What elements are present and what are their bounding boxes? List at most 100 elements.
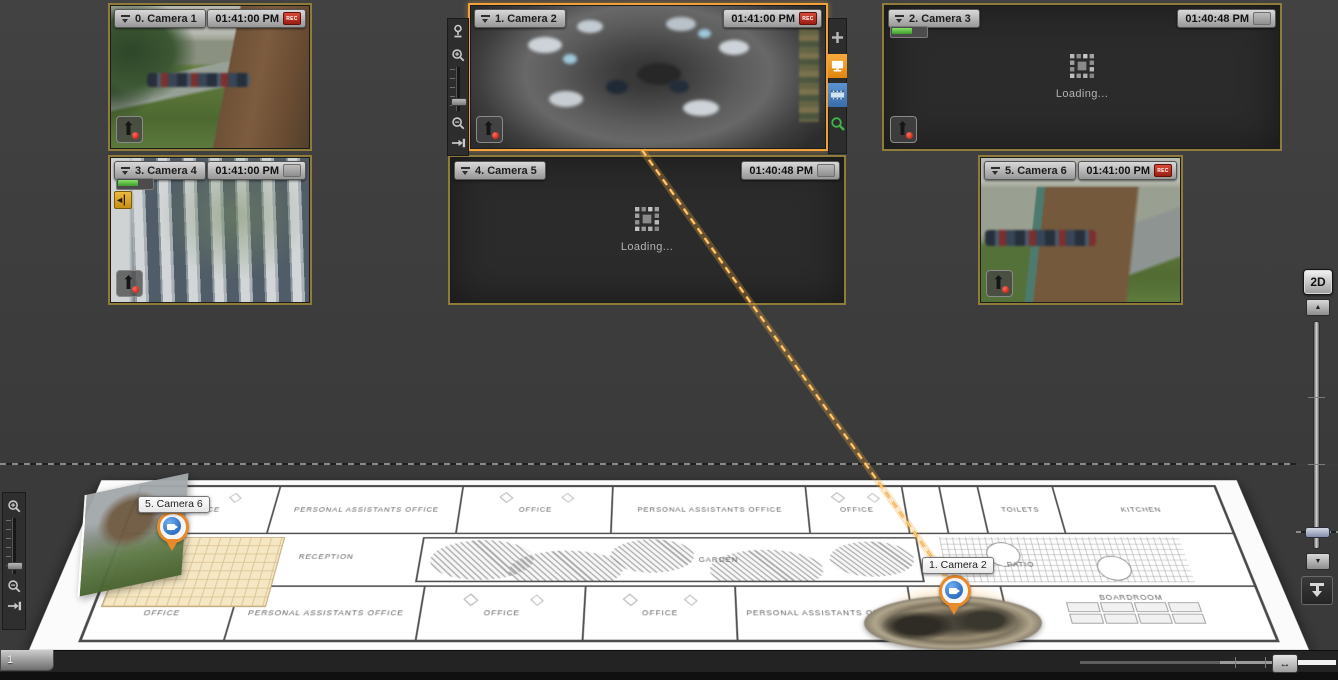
- zoom-in-icon[interactable]: [5, 497, 23, 515]
- room-label: OFFICE: [479, 609, 524, 617]
- timestamp-pill: 01:41:00 PM REC: [723, 9, 822, 28]
- h-zoom-tick: [1265, 657, 1266, 668]
- room-label: PERSONAL ASSISTANTS OFFICE: [290, 506, 444, 513]
- timestamp: 01:40:48 PM: [1185, 13, 1249, 25]
- add-view-icon[interactable]: [828, 25, 847, 49]
- room-label: RECEPTION: [294, 553, 358, 561]
- map-zoom-slider[interactable]: [12, 518, 16, 574]
- camera-tile-5[interactable]: Loading... 4. Camera 5 01:40:48 PM: [448, 155, 846, 305]
- zoom-reset-icon[interactable]: [5, 597, 23, 615]
- camera-title: 0. Camera 1: [135, 13, 197, 25]
- loading-text: Loading...: [621, 241, 673, 253]
- room-label: GARDEN: [695, 556, 743, 564]
- room-label: OFFICE: [638, 609, 682, 617]
- rec-badge: [817, 164, 835, 177]
- map-zoom-toolbar: [2, 492, 26, 630]
- caret-down-icon: [991, 166, 1000, 175]
- view-divider-dashed[interactable]: [0, 463, 1296, 465]
- floor-plan: OFFICE PERSONAL ASSISTANTS OFFICE OFFICE…: [78, 485, 1280, 642]
- loading-grid-icon: [1070, 54, 1094, 78]
- smart-search-icon[interactable]: [828, 112, 847, 136]
- caret-down-icon: [121, 14, 130, 23]
- rec-badge: REC: [283, 12, 301, 25]
- caret-down-icon: [461, 166, 470, 175]
- zoom-slider-handle[interactable]: [451, 98, 467, 106]
- camera-title-pill[interactable]: 5. Camera 6: [984, 161, 1076, 180]
- tilt-up-button[interactable]: ▲: [1306, 299, 1330, 316]
- camera-marker-pin[interactable]: [156, 511, 186, 551]
- room-label: OFFICE: [515, 506, 557, 513]
- rec-badge: [283, 164, 301, 177]
- recording-indicator-icon: [986, 270, 1013, 297]
- caret-down-icon: [121, 166, 130, 175]
- floor-plan-3d[interactable]: OFFICE PERSONAL ASSISTANTS OFFICE OFFICE…: [29, 480, 1309, 650]
- camera-tile-2[interactable]: 1. Camera 2 01:41:00 PM REC: [468, 3, 828, 151]
- zoom-out-icon[interactable]: [449, 114, 467, 132]
- tilt-slider-handle[interactable]: [1305, 527, 1330, 538]
- camera-tile-1[interactable]: 0. Camera 1 01:41:00 PM REC: [108, 3, 312, 151]
- room-label: PATIO: [1002, 560, 1039, 568]
- smart-client-window: 0. Camera 1 01:41:00 PM REC: [0, 0, 1338, 680]
- tilt-slider[interactable]: [1314, 322, 1319, 548]
- camera-title: 1. Camera 2: [495, 13, 557, 25]
- h-zoom-handle[interactable]: ↔: [1272, 654, 1298, 673]
- camera-title: 4. Camera 5: [475, 165, 537, 177]
- room-label: PERSONAL ASSISTANTS OFFICE: [634, 506, 786, 513]
- loading-grid-icon: [635, 207, 659, 231]
- camera-title: 3. Camera 4: [135, 165, 197, 177]
- zoom-reset-icon[interactable]: [449, 134, 467, 152]
- camera-tile-6[interactable]: 5. Camera 6 01:41:00 PM REC: [978, 155, 1183, 305]
- rec-badge: REC: [1154, 164, 1172, 177]
- recording-indicator-icon: [116, 270, 143, 297]
- room-label: KITCHEN: [1116, 506, 1166, 513]
- buffer-progress-bar: [890, 26, 928, 38]
- map-page-tab[interactable]: 1: [0, 650, 54, 671]
- room-label: TOILETS: [997, 506, 1044, 513]
- loading-text: Loading...: [1056, 88, 1108, 100]
- camera-marker-pin[interactable]: [938, 575, 968, 615]
- playback-icon[interactable]: [828, 83, 847, 107]
- timestamp-pill: 01:41:00 PM REC: [207, 9, 306, 28]
- boardroom-table: [1066, 603, 1207, 624]
- audio-event-icon[interactable]: ◄▏: [114, 191, 132, 209]
- zoom-slider[interactable]: [456, 67, 460, 111]
- garden-area: GARDEN: [415, 537, 926, 583]
- drop-to-floor-button[interactable]: [1301, 576, 1333, 605]
- timestamp-pill: 01:41:00 PM REC: [1078, 161, 1177, 180]
- camera-tile-4[interactable]: ◄▏ 3. Camera 4 01:41:00 PM: [108, 155, 312, 305]
- live-view-icon[interactable]: [828, 54, 847, 78]
- zoom-out-icon[interactable]: [5, 577, 23, 595]
- camera-title-pill[interactable]: 1. Camera 2: [474, 9, 566, 28]
- marker-tooltip: 5. Camera 6: [138, 496, 210, 513]
- ptz-pin-icon[interactable]: [449, 22, 467, 40]
- bookshelf: [799, 29, 819, 123]
- room-label: BOARDROOM: [1002, 593, 1260, 601]
- room-label: PERSONAL ASSISTANTS OFFICE: [243, 609, 409, 617]
- bottom-strip: [0, 672, 1338, 680]
- parked-cars: [985, 230, 1096, 246]
- view-2d-button[interactable]: 2D: [1303, 269, 1333, 295]
- recording-indicator-icon: [890, 116, 917, 143]
- camera-title: 5. Camera 6: [1005, 165, 1067, 177]
- timestamp-pill: 01:40:48 PM: [1177, 9, 1276, 28]
- timestamp: 01:41:00 PM: [215, 165, 279, 177]
- buffer-progress-bar: [116, 178, 154, 190]
- recording-indicator-icon: [116, 116, 143, 143]
- drop-to-floor-icon: [1309, 583, 1325, 598]
- map-zoom-slider-handle[interactable]: [7, 562, 23, 570]
- tilt-down-button[interactable]: ▼: [1306, 553, 1330, 570]
- timestamp: 01:41:00 PM: [731, 13, 795, 25]
- room-label: OFFICE: [138, 609, 185, 617]
- tile-action-toolbar: [828, 18, 847, 154]
- caret-down-icon: [895, 14, 904, 23]
- zoom-in-icon[interactable]: [449, 46, 467, 64]
- camera-tile-3[interactable]: Loading... 2. Camera 3 01:40:48 PM: [882, 3, 1282, 151]
- rec-badge: [1253, 12, 1271, 25]
- timestamp: 01:40:48 PM: [749, 165, 813, 177]
- camera-title-pill[interactable]: 0. Camera 1: [114, 9, 206, 28]
- parked-cars: [147, 73, 250, 87]
- room-label: OFFICE: [836, 506, 878, 513]
- camera-title: 2. Camera 3: [909, 13, 971, 25]
- camera-title-pill[interactable]: 4. Camera 5: [454, 161, 546, 180]
- recording-indicator-icon: [476, 116, 503, 143]
